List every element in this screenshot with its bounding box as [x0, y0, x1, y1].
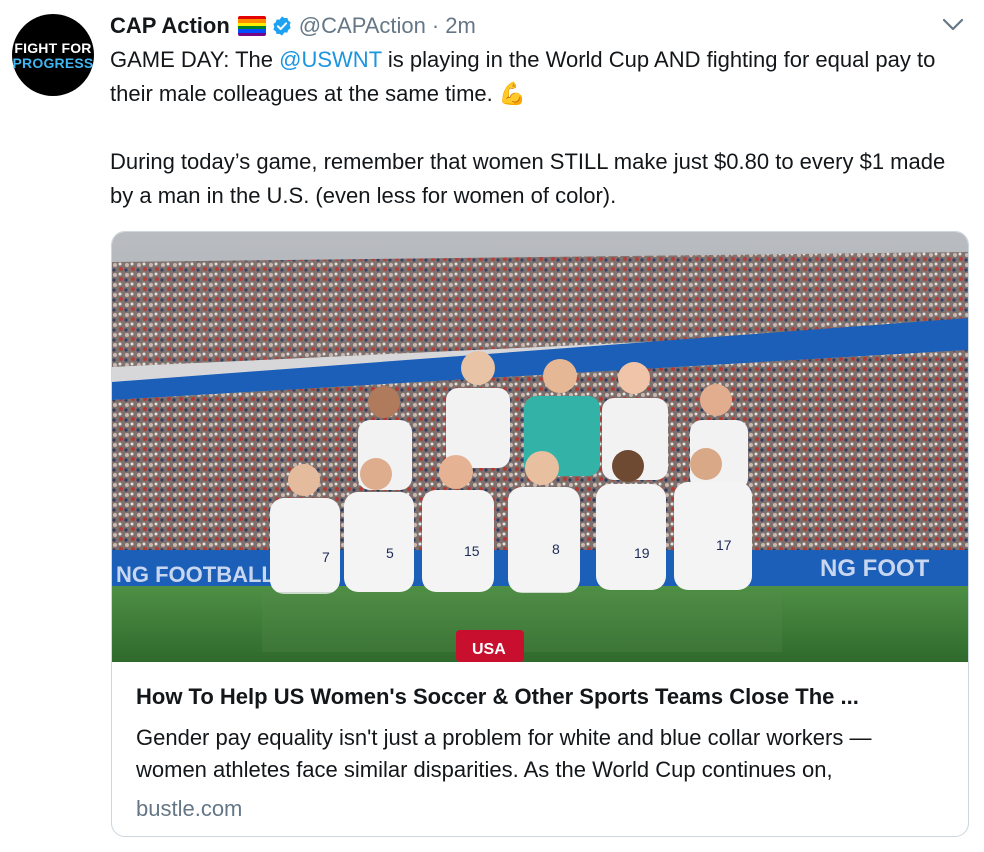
- separator-dot: ·: [431, 13, 440, 38]
- card-description: Gender pay equality isn't just a problem…: [136, 725, 872, 782]
- timestamp[interactable]: 2m: [445, 13, 476, 39]
- jersey-number: 8: [552, 541, 560, 557]
- verified-badge-icon: [273, 16, 291, 36]
- card-title[interactable]: How To Help US Women's Soccer & Other Sp…: [136, 682, 944, 712]
- jersey-number: 7: [322, 549, 330, 565]
- tweet-text-start: GAME DAY: The: [110, 47, 280, 72]
- jersey-number: 5: [386, 545, 394, 561]
- mention-link[interactable]: @USWNT: [279, 47, 382, 72]
- avatar-text-line1: FIGHT FOR: [14, 39, 92, 56]
- jersey-number: 15: [464, 543, 480, 559]
- jersey-number: 19: [634, 545, 650, 561]
- display-name[interactable]: CAP Action: [110, 13, 230, 39]
- card-body: How To Help US Women's Soccer & Other Sp…: [112, 662, 968, 836]
- banner-text-right: NG FOOT: [820, 555, 930, 582]
- flexed-biceps-icon: 💪: [498, 81, 527, 106]
- user-handle[interactable]: @CAPAction: [299, 13, 426, 39]
- avatar-text-line2: PROGRESS: [12, 54, 94, 71]
- avatar[interactable]: FIGHT FOR PROGRESS: [12, 14, 94, 96]
- tweet-text-paragraph-2: During today’s game, remember that women…: [110, 149, 946, 208]
- chevron-down-icon[interactable]: [942, 18, 964, 32]
- tweet-header: CAP Action @CAPAction · 2m: [110, 10, 476, 42]
- banner-text-left: NG FOOTBALL: [116, 562, 275, 587]
- link-card[interactable]: NG FOOTBALL NG FOOT 7 5 15 8 19 17 USA H…: [111, 231, 969, 837]
- tweet-text-paragraph-1: GAME DAY: The @USWNT is playing in the W…: [110, 43, 970, 111]
- rainbow-flag-icon: [237, 16, 266, 36]
- ball-box-text: USA: [472, 641, 506, 658]
- card-domain: bustle.com: [136, 796, 243, 821]
- jersey-number: 17: [716, 537, 732, 553]
- card-image: NG FOOTBALL NG FOOT 7 5 15 8 19 17 USA: [112, 232, 968, 662]
